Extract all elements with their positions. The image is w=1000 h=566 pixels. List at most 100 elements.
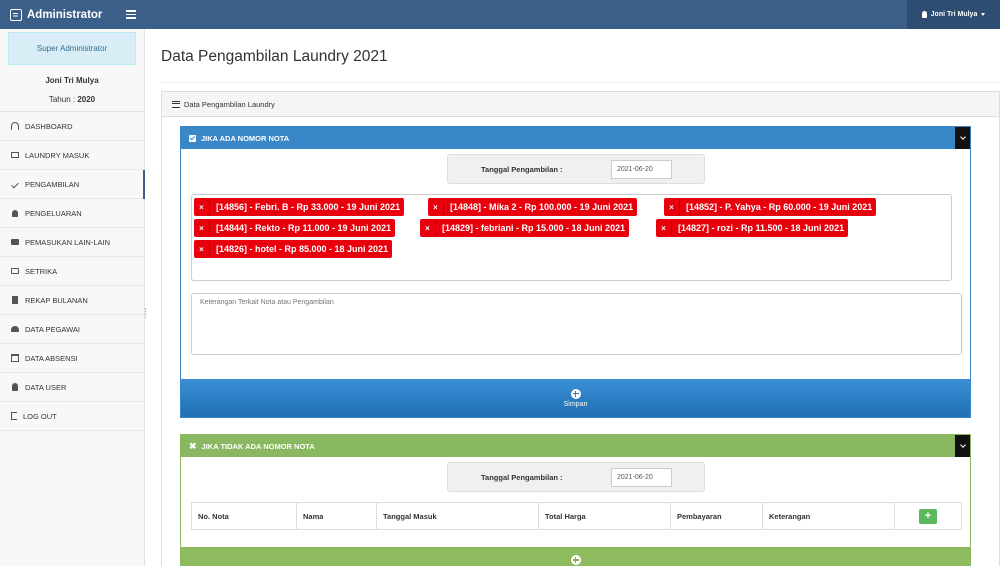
tag-label: [14852] - P. Yahya - Rp 60.000 - 19 Juni… xyxy=(686,202,873,212)
collapse-toggle[interactable] xyxy=(955,435,970,457)
main-content: Data Pengambilan Laundry 2021 Data Penga… xyxy=(146,29,1000,566)
section-without-nota-header[interactable]: ✖ JIKA TIDAK ADA NOMOR NOTA xyxy=(181,435,970,457)
nota-tag: × [14852] - P. Yahya - Rp 60.000 - 19 Jun… xyxy=(664,198,877,216)
sidebar-item-label: PENGAMBILAN xyxy=(25,179,80,189)
user-icon xyxy=(12,383,18,391)
section-with-nota: JIKA ADA NOMOR NOTA Tanggal Pengambilan … xyxy=(180,126,971,418)
pickup-date-input[interactable] xyxy=(611,468,672,487)
sidebar-item-pengeluaran[interactable]: PENGELUARAN xyxy=(0,199,144,228)
sidebar-item-data-user[interactable]: DATA USER xyxy=(0,373,144,402)
sidebar-nav: DASHBOARD LAUNDRY MASUK PENGAMBILAN PENG… xyxy=(0,112,145,431)
section-title: JIKA ADA NOMOR NOTA xyxy=(201,133,290,143)
section-without-nota: ✖ JIKA TIDAK ADA NOMOR NOTA Tanggal Peng… xyxy=(180,434,971,566)
sidebar-item-label: DASHBOARD xyxy=(25,121,73,131)
plus-circle-icon xyxy=(570,555,581,565)
year-value: 2020 xyxy=(77,95,96,104)
list-icon xyxy=(172,100,180,108)
sidebar-item-label: SETRIKA xyxy=(25,266,58,276)
page-title: Data Pengambilan Laundry 2021 xyxy=(161,48,388,65)
pickup-date-input[interactable] xyxy=(611,160,672,179)
column-header: Pembayaran xyxy=(671,503,763,529)
tag-label: [14856] - Febri. B - Rp 33.000 - 19 Juni… xyxy=(216,202,401,212)
sidebar-item-label: PEMASUKAN LAIN-LAIN xyxy=(25,237,111,247)
tag-label: [14848] - Mika 2 - Rp 100.000 - 19 Juni … xyxy=(450,202,634,212)
sidebar-item-label: LOG OUT xyxy=(23,411,57,421)
user-icon xyxy=(921,11,927,18)
section-with-nota-header[interactable]: JIKA ADA NOMOR NOTA xyxy=(181,127,970,149)
remove-tag-button[interactable]: × xyxy=(420,219,436,237)
sidebar-user-name: Joni Tri Mulya xyxy=(45,76,99,85)
check-icon xyxy=(11,180,19,188)
note-textarea[interactable] xyxy=(191,293,962,355)
sidebar-item-pengambilan[interactable]: PENGAMBILAN xyxy=(0,170,145,199)
caret-down-icon xyxy=(981,13,986,16)
sidebar-item-log-out[interactable]: LOG OUT xyxy=(0,402,144,431)
nota-tag: × [14856] - Febri. B - Rp 33.000 - 19 Jun… xyxy=(194,198,405,216)
section-title: JIKA TIDAK ADA NOMOR NOTA xyxy=(201,441,315,451)
year-label: Tahun : xyxy=(48,95,78,104)
nota-multiselect[interactable]: × [14856] - Febri. B - Rp 33.000 - 19 Jun… xyxy=(191,194,952,281)
manual-entry-table: No. Nota Nama Tanggal Masuk Total Harga … xyxy=(191,502,962,530)
tag-label: [14844] - Rekto - Rp 11.000 - 19 Juni 20… xyxy=(216,223,392,233)
credit-card-icon xyxy=(11,239,19,245)
brand[interactable]: Administrator xyxy=(10,0,102,29)
nota-tag: × [14826] - hotel - Rp 85.000 - 18 Juni 2… xyxy=(194,240,393,258)
sidebar-item-label: DATA PEGAWAI xyxy=(25,324,81,334)
column-header: Total Harga xyxy=(539,503,671,529)
add-column: + xyxy=(895,503,961,529)
remove-tag-button[interactable]: × xyxy=(194,198,210,216)
column-header: Keterangan xyxy=(763,503,895,529)
sidebar-item-pemasukan-lain[interactable]: PEMASUKAN LAIN-LAIN xyxy=(0,228,144,257)
add-row-button[interactable]: + xyxy=(919,508,937,524)
money-icon xyxy=(11,268,19,274)
users-icon xyxy=(11,326,19,332)
file-icon xyxy=(12,296,18,304)
logout-icon xyxy=(11,412,17,420)
sidebar-item-label: REKAP BULANAN xyxy=(25,295,88,305)
sidebar-item-dashboard[interactable]: DASHBOARD xyxy=(0,112,144,141)
divider xyxy=(161,82,1000,83)
checkbox-icon xyxy=(189,134,196,142)
user-menu-name: Joni Tri Mulya xyxy=(930,11,978,18)
sidebar-item-label: PENGELUARAN xyxy=(25,208,82,218)
sidebar-item-data-pegawai[interactable]: DATA PEGAWAI xyxy=(0,315,144,344)
panel-title: Data Pengambilan Laundry xyxy=(184,99,275,109)
remove-tag-button[interactable]: × xyxy=(194,219,210,237)
user-menu[interactable]: Joni Tri Mulya xyxy=(907,0,1000,29)
sidebar-item-rekap-bulanan[interactable]: REKAP BULANAN xyxy=(0,286,144,315)
sidebar-item-data-absensi[interactable]: DATA ABSENSI xyxy=(0,344,144,373)
collapse-toggle[interactable] xyxy=(955,127,970,149)
sidebar: Super Administrator Joni Tri Mulya Tahun… xyxy=(0,29,145,566)
sidebar-item-label: LAUNDRY MASUK xyxy=(25,150,90,160)
sidebar-item-label: DATA ABSENSI xyxy=(25,353,78,363)
nota-tag: × [14848] - Mika 2 - Rp 100.000 - 19 Juni… xyxy=(428,198,638,216)
plus-circle-icon xyxy=(570,388,581,399)
tag-label: [14826] - hotel - Rp 85.000 - 18 Juni 20… xyxy=(216,244,389,254)
remove-tag-button[interactable]: × xyxy=(656,219,672,237)
save-button[interactable]: Simpan xyxy=(181,379,970,417)
sidebar-toggle-icon[interactable] xyxy=(126,8,136,20)
sidebar-year: Tahun : 2020 xyxy=(0,95,144,108)
close-icon: ✖ xyxy=(189,440,197,451)
tag-label: [14829] - febriani - Rp 15.000 - 18 Juni… xyxy=(442,223,626,233)
save-manual-button[interactable] xyxy=(181,547,970,566)
column-header: Tanggal Masuk xyxy=(377,503,539,529)
remove-tag-button[interactable]: × xyxy=(664,198,680,216)
app-logo-icon xyxy=(10,8,22,21)
calendar-icon xyxy=(11,354,19,362)
nota-tag: × [14829] - febriani - Rp 15.000 - 18 Jun… xyxy=(420,219,630,237)
bell-icon xyxy=(12,209,18,217)
pickup-date-label: Tanggal Pengambilan : xyxy=(481,473,563,482)
remove-tag-button[interactable]: × xyxy=(428,198,444,216)
panel-heading: Data Pengambilan Laundry xyxy=(162,92,999,117)
remove-tag-button[interactable]: × xyxy=(194,240,210,258)
chevron-down-icon xyxy=(959,134,966,140)
main-panel: Data Pengambilan Laundry JIKA ADA NOMOR … xyxy=(161,91,1000,566)
nota-tag: × [14827] - rozi - Rp 11.500 - 18 Juni 20… xyxy=(656,219,849,237)
sidebar-item-laundry-masuk[interactable]: LAUNDRY MASUK xyxy=(0,141,144,170)
sidebar-item-setrika[interactable]: SETRIKA xyxy=(0,257,144,286)
pickup-date-well: Tanggal Pengambilan : xyxy=(447,462,705,492)
role-badge: Super Administrator xyxy=(8,32,136,65)
column-header: Nama xyxy=(297,503,377,529)
tag-label: [14827] - rozi - Rp 11.500 - 18 Juni 202… xyxy=(678,223,845,233)
